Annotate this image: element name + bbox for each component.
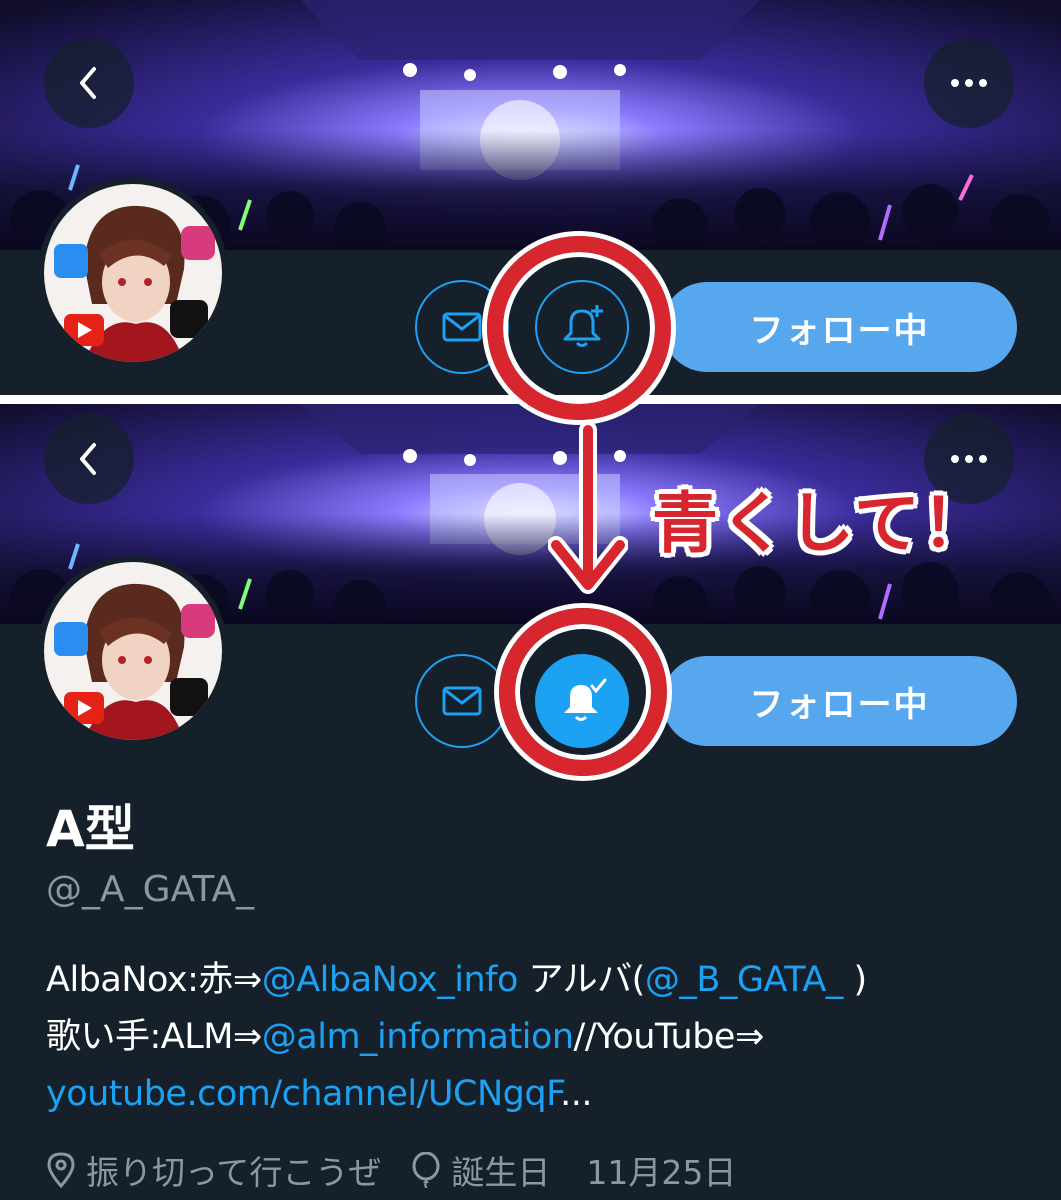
youtube-link[interactable]: youtube.com/channel/UCNgqF xyxy=(46,1074,561,1114)
mail-icon xyxy=(442,312,482,342)
chevron-left-icon xyxy=(80,67,96,99)
bio-line-2: 歌い手:ALM⇒@alm_information//YouTube⇒ xyxy=(46,1017,764,1057)
more-dots-icon xyxy=(951,79,987,87)
profile-bio: AlbaNox:赤⇒@AlbaNox_info アルバ(@_B_GATA_ ) … xyxy=(46,952,1036,1123)
following-button[interactable]: フォロー中 xyxy=(662,656,1017,746)
mail-icon xyxy=(442,686,482,716)
highlight-ring-after xyxy=(499,608,667,776)
back-button[interactable] xyxy=(44,38,134,128)
profile-handle: @_A_GATA_ xyxy=(46,869,255,910)
profile-display-name: A型 xyxy=(46,800,135,858)
birthday-label: 誕生日 xyxy=(451,1153,551,1192)
mention-link-alm[interactable]: @alm_information xyxy=(262,1017,574,1057)
back-button[interactable] xyxy=(44,414,134,504)
chevron-left-icon xyxy=(80,443,96,475)
annotation-text: 青くして！ xyxy=(652,485,991,562)
birthday-item: 誕生日 11月25日 xyxy=(411,1146,736,1194)
message-button[interactable] xyxy=(415,654,509,748)
bio-line-1: AlbaNox:赤⇒@AlbaNox_info アルバ(@_B_GATA_ ) xyxy=(46,960,867,1000)
birthday-value: 11月25日 xyxy=(586,1153,737,1192)
location-pin-icon xyxy=(47,1152,75,1188)
mention-link-b-gata[interactable]: @_B_GATA_ xyxy=(645,960,843,1000)
avatar[interactable] xyxy=(38,178,228,368)
location-text: 振り切って行こうぜ xyxy=(86,1153,382,1192)
balloon-icon xyxy=(412,1152,440,1188)
following-button[interactable]: フォロー中 xyxy=(662,282,1017,372)
avatar[interactable] xyxy=(38,556,228,746)
profile-meta: 振り切って行こうぜ 誕生日 11月25日 xyxy=(46,1146,766,1194)
mention-link-albanox[interactable]: @AlbaNox_info xyxy=(262,960,519,1000)
down-arrow-icon xyxy=(548,421,628,594)
more-dots-icon xyxy=(951,455,987,463)
bio-line-3: youtube.com/channel/UCNgqF... xyxy=(46,1074,592,1114)
more-options-button[interactable] xyxy=(924,38,1014,128)
location-item: 振り切って行こうぜ xyxy=(46,1146,381,1194)
highlight-ring-before xyxy=(487,236,671,420)
